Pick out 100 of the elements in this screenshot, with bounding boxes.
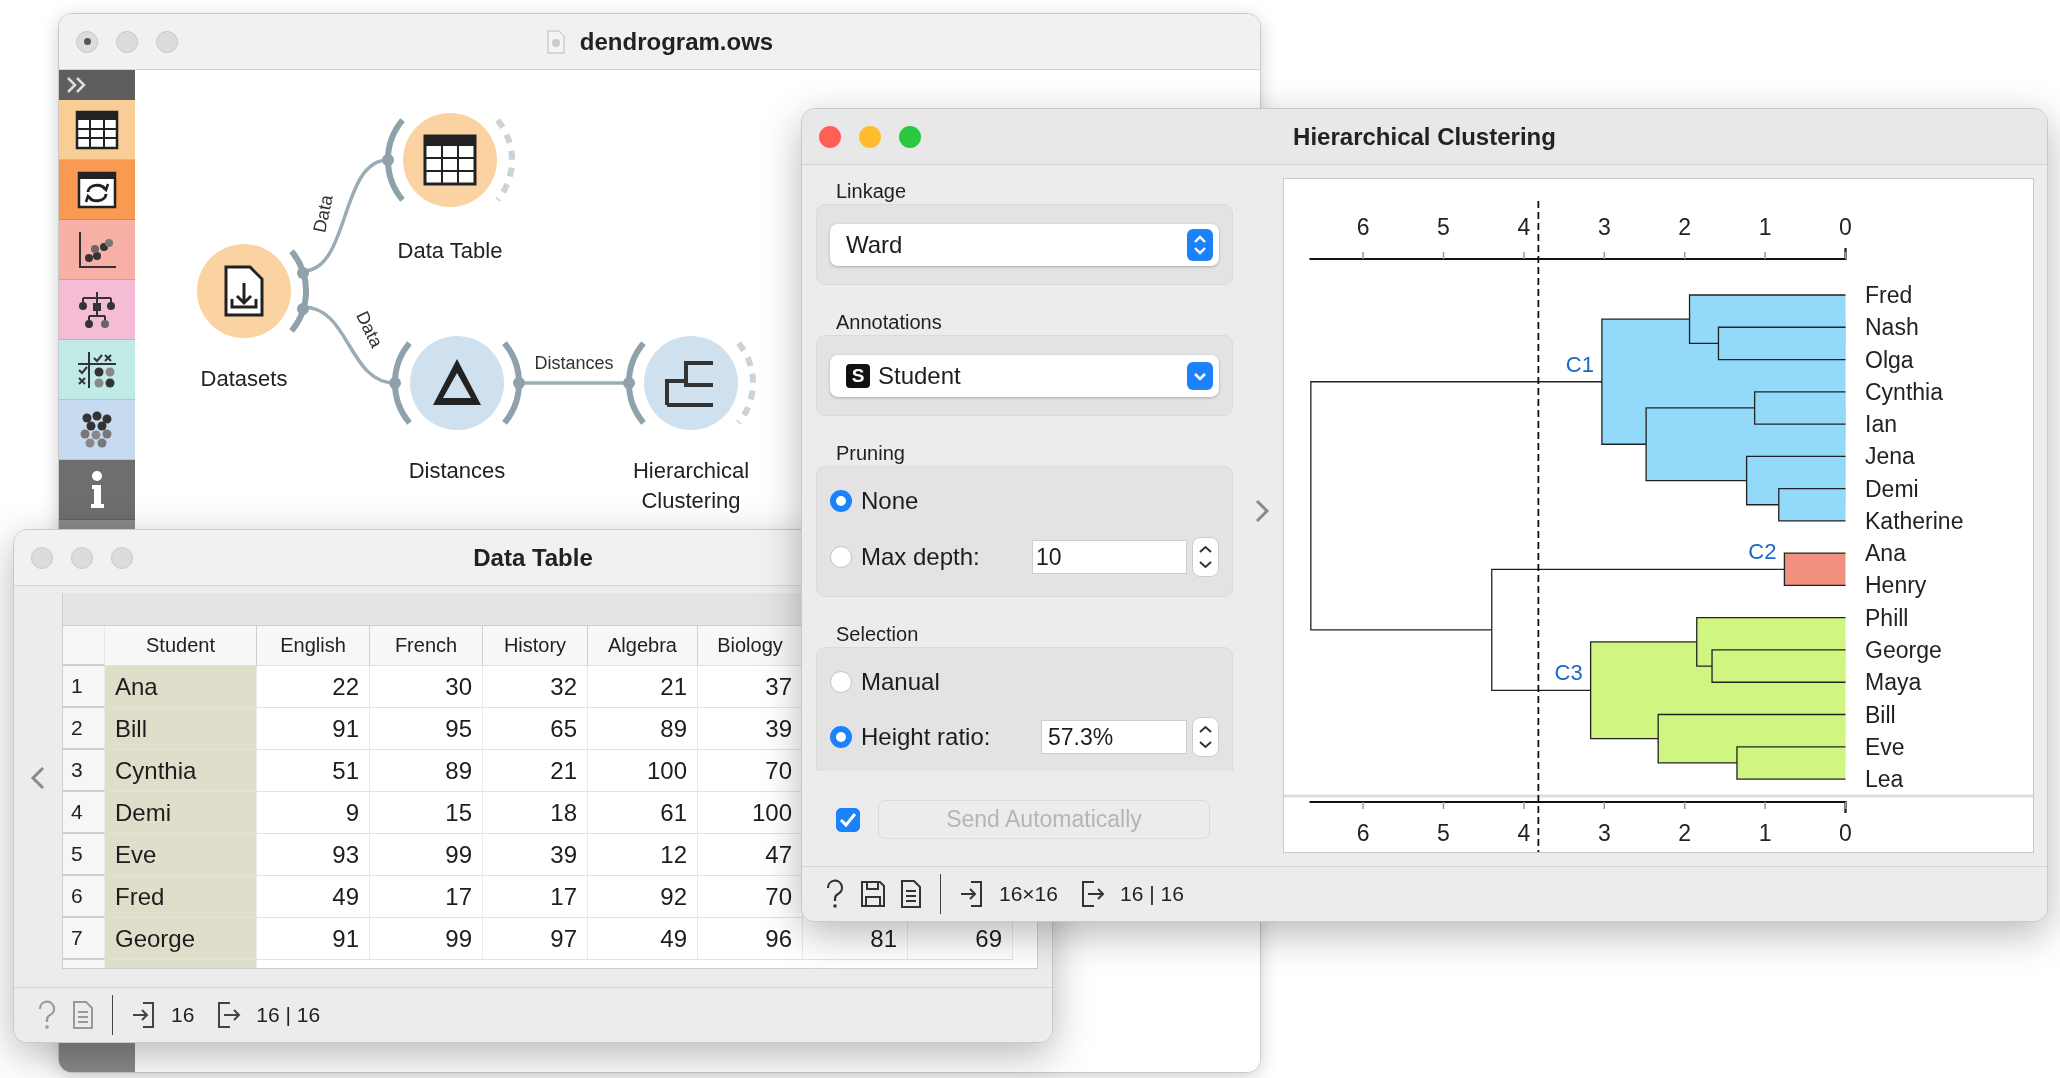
table-icon bbox=[75, 109, 119, 150]
window-title: dendrogram.ows bbox=[579, 27, 774, 56]
row-number: 1 bbox=[63, 666, 105, 708]
table-cell: 93 bbox=[257, 834, 370, 876]
report-icon[interactable] bbox=[900, 879, 922, 909]
table-cell: 30 bbox=[370, 666, 483, 708]
leaf-label: Ana bbox=[1865, 540, 1906, 567]
document-icon bbox=[545, 29, 566, 54]
chevron-right-icon[interactable] bbox=[1254, 497, 1270, 524]
chevron-left-icon[interactable] bbox=[30, 764, 46, 791]
toolbox-category[interactable] bbox=[59, 280, 135, 340]
linkage-dropdown[interactable]: Ward bbox=[830, 224, 1219, 266]
cluster-label: C1 bbox=[1565, 351, 1594, 377]
toolbox-category[interactable] bbox=[59, 400, 135, 460]
radio-label[interactable]: Height ratio: bbox=[861, 723, 991, 751]
table-cell: 91 bbox=[257, 918, 370, 960]
toolbox-category[interactable] bbox=[59, 340, 135, 400]
cluster-region[interactable] bbox=[1601, 295, 1846, 521]
output-port[interactable] bbox=[502, 341, 525, 425]
table-cell: 61 bbox=[588, 792, 698, 834]
toolbox-category[interactable] bbox=[59, 100, 135, 160]
output-icon bbox=[216, 1000, 243, 1030]
number-field[interactable]: 57.3% bbox=[1041, 720, 1187, 754]
table-cell: 65 bbox=[483, 708, 588, 750]
leaf-label: Henry bbox=[1865, 572, 1927, 599]
radio-button[interactable] bbox=[830, 670, 852, 693]
tick-label: 0 bbox=[1839, 214, 1852, 240]
row-number: 2 bbox=[63, 708, 105, 750]
tick-label: 2 bbox=[1678, 214, 1692, 240]
input-port[interactable] bbox=[623, 341, 646, 425]
leaf-label: Maya bbox=[1865, 669, 1922, 696]
transform-icon bbox=[75, 169, 119, 210]
table-cell: Bill bbox=[105, 708, 257, 750]
window-title: Hierarchical Clustering bbox=[1293, 122, 1556, 151]
widget-node[interactable] bbox=[623, 336, 756, 430]
input-count: 16 bbox=[171, 1003, 195, 1027]
leaf-label: Lea bbox=[1865, 766, 1904, 793]
input-port[interactable] bbox=[382, 118, 405, 202]
help-icon[interactable] bbox=[824, 879, 846, 909]
toolbox-category[interactable] bbox=[59, 220, 135, 280]
widget-node[interactable] bbox=[389, 336, 525, 430]
cluster-label: C3 bbox=[1554, 660, 1583, 686]
tick-label: 4 bbox=[1517, 820, 1531, 846]
section-label: Linkage bbox=[835, 179, 908, 203]
row-number: 7 bbox=[63, 918, 105, 960]
table-cell: 91 bbox=[257, 708, 370, 750]
annotations-dropdown[interactable]: S Student bbox=[830, 355, 1219, 397]
output-icon bbox=[1080, 879, 1106, 909]
link-label: Data bbox=[352, 307, 387, 351]
radio-button[interactable] bbox=[830, 726, 852, 748]
row-number: 6 bbox=[63, 876, 105, 918]
number-field[interactable]: 10 bbox=[1032, 540, 1187, 574]
table-cell: 49 bbox=[588, 918, 698, 960]
radio-label[interactable]: None bbox=[861, 487, 919, 515]
radio-label[interactable]: Max depth: bbox=[861, 543, 980, 571]
cluster-region[interactable] bbox=[1784, 553, 1846, 586]
triangle-icon bbox=[433, 359, 481, 405]
leaf-label: Ian bbox=[1865, 411, 1897, 438]
leaf-label: Olga bbox=[1865, 346, 1914, 373]
save-icon[interactable] bbox=[860, 879, 886, 909]
table-cell: 22 bbox=[257, 666, 370, 708]
radio-label[interactable]: Manual bbox=[861, 667, 940, 696]
widget-label: Data Table bbox=[396, 237, 504, 265]
table-cell: Ana bbox=[105, 666, 257, 708]
toolbox-category[interactable] bbox=[59, 160, 135, 220]
dendrogram-icon bbox=[665, 361, 715, 407]
radio-button[interactable] bbox=[830, 490, 852, 512]
leaf-label: Eve bbox=[1865, 733, 1905, 760]
string-type-badge: S bbox=[846, 364, 870, 388]
table-cell: 21 bbox=[588, 666, 698, 708]
table-cell: 39 bbox=[483, 834, 588, 876]
cluster-region[interactable] bbox=[1590, 617, 1846, 780]
spinner-arrows-icon[interactable] bbox=[1192, 537, 1219, 577]
input-port[interactable] bbox=[389, 341, 412, 425]
widget-label: Datasets bbox=[199, 365, 289, 393]
widget-node[interactable] bbox=[197, 244, 309, 338]
radio-button[interactable] bbox=[830, 546, 852, 568]
chevron-down-icon bbox=[1187, 362, 1213, 390]
table-cell: 51 bbox=[257, 750, 370, 792]
section-label: Pruning bbox=[835, 441, 906, 465]
table-cell: 15 bbox=[370, 792, 483, 834]
file-download-icon bbox=[224, 265, 264, 317]
tick-label: 0 bbox=[1839, 820, 1852, 846]
leaf-label: Fred bbox=[1865, 282, 1913, 308]
link-label: Data bbox=[309, 193, 337, 235]
leaf-label: Cynthia bbox=[1865, 378, 1943, 405]
link-label: Distances bbox=[534, 353, 614, 373]
close-button[interactable] bbox=[76, 30, 98, 53]
window-title: Data Table bbox=[473, 543, 593, 572]
output-count: 16 | 16 bbox=[1120, 882, 1184, 906]
leaf-label: Phill bbox=[1865, 604, 1909, 631]
spinner-arrows-icon[interactable] bbox=[1192, 717, 1219, 757]
widget-node[interactable] bbox=[382, 113, 515, 207]
table-cell: Fred bbox=[105, 876, 257, 918]
cut-off-line[interactable] bbox=[1537, 200, 1540, 852]
corner-cell[interactable] bbox=[63, 626, 105, 666]
row-number: 5 bbox=[63, 834, 105, 876]
widget-label: Hierarchical Clustering bbox=[631, 457, 751, 515]
output-count: 16 | 16 bbox=[256, 1003, 321, 1027]
tick-label: 5 bbox=[1437, 214, 1450, 240]
